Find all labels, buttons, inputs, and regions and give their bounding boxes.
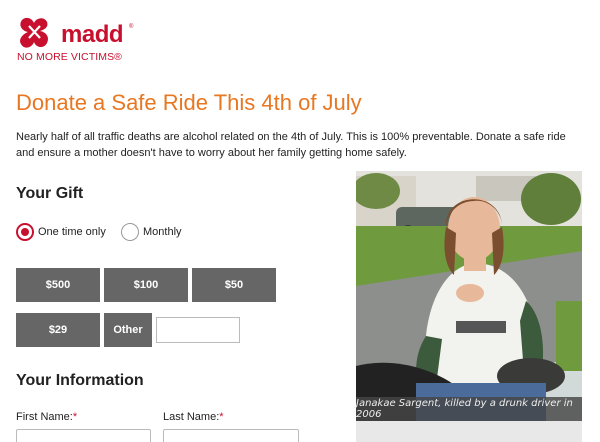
frequency-one-time-option[interactable]: One time only (16, 222, 106, 242)
other-amount-input[interactable] (156, 317, 240, 343)
frequency-monthly-label: Monthly (143, 226, 182, 238)
required-marker: * (219, 411, 224, 423)
radio-checked-icon[interactable] (16, 223, 34, 241)
madd-logo[interactable]: madd ® NO MORE VICTIMS® (16, 16, 156, 63)
last-name-label: Last Name:* (163, 411, 224, 423)
amount-other-button[interactable]: Other (104, 313, 152, 347)
brand-name: madd (61, 21, 124, 48)
madd-logo-mark-icon (20, 17, 49, 48)
required-marker: * (72, 411, 78, 423)
page-title: Donate a Safe Ride This 4th of July (16, 90, 362, 115)
first-name-label-text: First Name: (16, 411, 73, 423)
frequency-monthly-option[interactable]: Monthly (121, 222, 182, 242)
amount-100-button[interactable]: $100 (104, 268, 188, 302)
amount-500-button[interactable]: $500 (16, 268, 100, 302)
radio-unchecked-icon[interactable] (121, 223, 139, 241)
brand-tagline: NO MORE VICTIMS® (17, 51, 123, 63)
frequency-one-time-label: One time only (38, 226, 106, 238)
first-name-input[interactable] (16, 429, 151, 442)
amount-50-button[interactable]: $50 (192, 268, 276, 302)
brand-registered-mark: ® (129, 24, 134, 30)
last-name-label-text: Last Name: (163, 411, 220, 423)
info-heading: Your Information (16, 372, 144, 389)
last-name-input[interactable] (163, 429, 299, 442)
memorial-photo-image (356, 171, 582, 421)
photo-panel-footer (356, 421, 582, 442)
amount-29-button[interactable]: $29 (16, 313, 100, 347)
memorial-photo (356, 171, 582, 421)
intro-text: Nearly half of all traffic deaths are al… (16, 131, 566, 159)
photo-caption: Janakae Sargent, killed by a drunk drive… (356, 397, 582, 421)
gift-heading: Your Gift (16, 185, 84, 202)
first-name-label: First Name:* (16, 411, 77, 423)
